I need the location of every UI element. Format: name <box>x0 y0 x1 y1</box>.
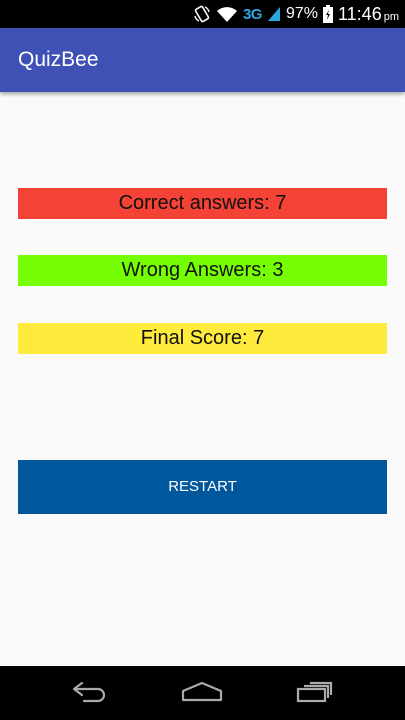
clock: 11:46 pm <box>338 4 399 25</box>
home-icon <box>180 679 224 708</box>
wifi-icon <box>216 5 238 23</box>
recents-button[interactable] <box>285 666 345 720</box>
app-bar: QuizBee <box>0 28 405 92</box>
back-button[interactable] <box>60 666 120 720</box>
back-icon <box>70 679 110 708</box>
clock-ampm: pm <box>383 10 399 23</box>
navigation-bar <box>0 666 405 720</box>
wrong-answers-label: Wrong Answers: 3 <box>18 255 387 286</box>
recents-icon <box>295 679 335 708</box>
battery-percent: 97% <box>285 5 318 22</box>
battery-icon <box>323 5 333 23</box>
correct-answers-label: Correct answers: 7 <box>18 188 387 219</box>
restart-button[interactable]: RESTART <box>18 460 387 514</box>
app-title: QuizBee <box>18 48 99 71</box>
signal-icon <box>267 6 281 22</box>
status-bar: 3G 97% 11:46 pm <box>0 0 405 28</box>
final-score-label: Final Score: 7 <box>18 323 387 354</box>
rotate-icon <box>193 5 211 23</box>
network-type-label: 3G <box>242 5 263 23</box>
clock-time: 11:46 <box>338 3 382 24</box>
home-button[interactable] <box>172 666 232 720</box>
status-icons: 3G 97% 11:46 pm <box>193 0 399 28</box>
